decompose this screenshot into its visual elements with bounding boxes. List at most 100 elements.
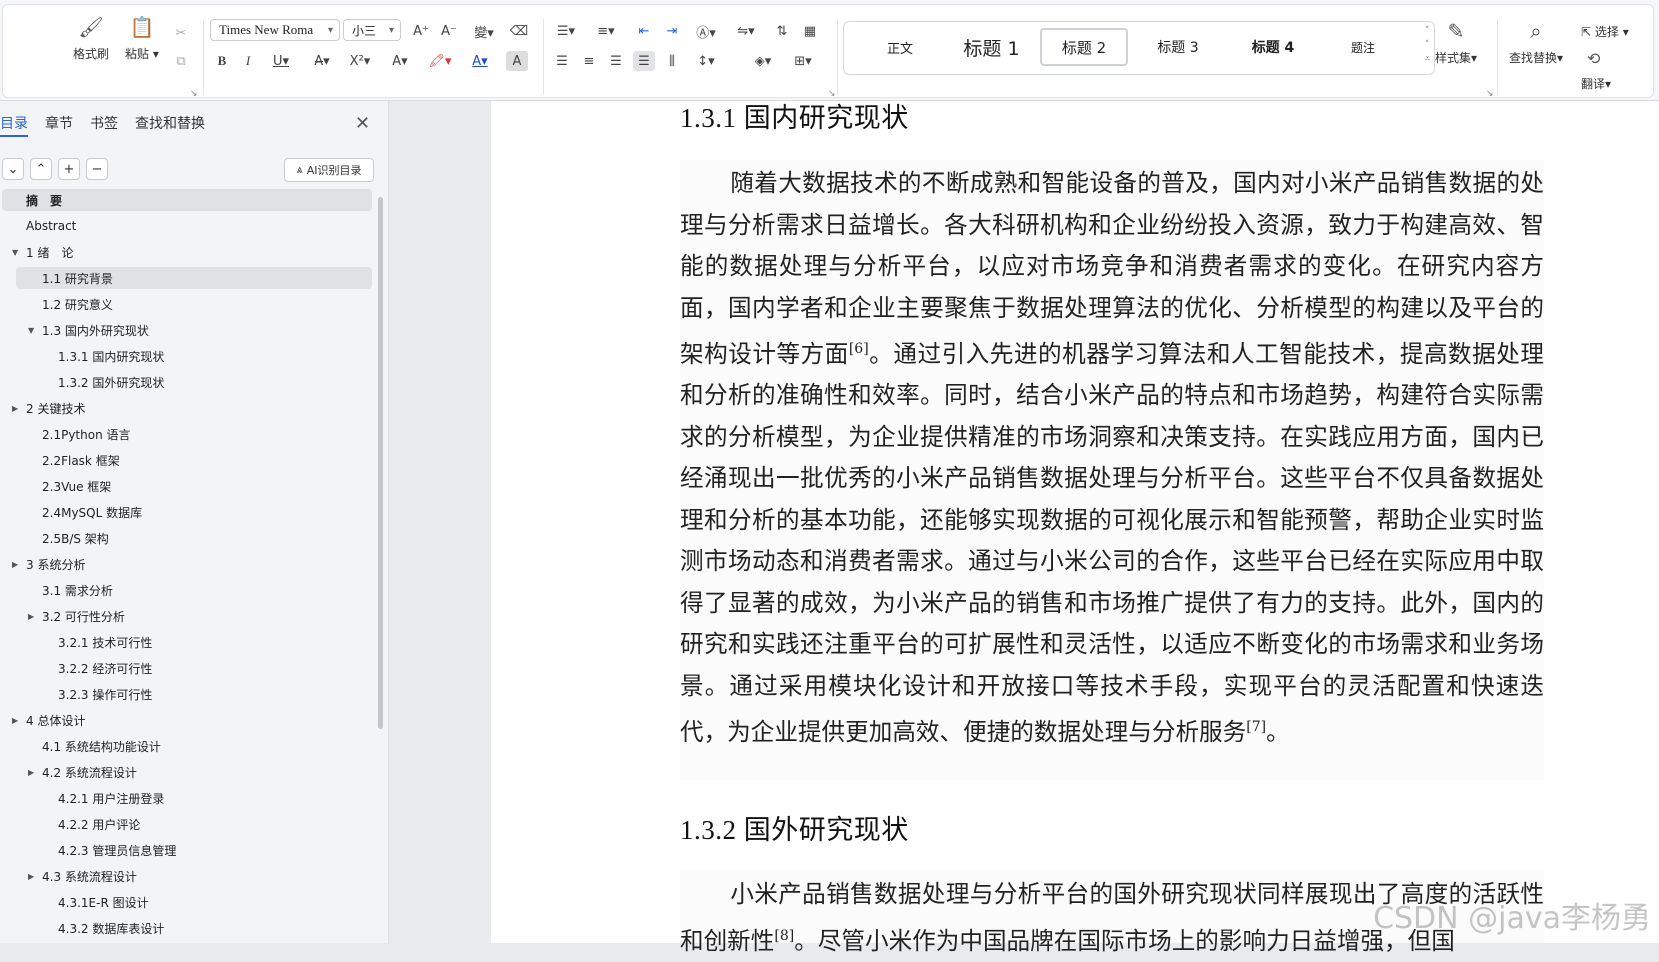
- increase-indent-icon[interactable]: ⇥: [661, 21, 683, 41]
- toc-item[interactable]: 3.1 需求分析: [16, 579, 372, 601]
- strikethrough-icon[interactable]: A̶▾: [307, 51, 337, 71]
- copy-icon[interactable]: ⧉: [170, 51, 192, 71]
- highlight-icon[interactable]: 🖍▾: [425, 51, 455, 71]
- align-left-icon[interactable]: ☰: [551, 51, 573, 71]
- underline-button[interactable]: U ▾: [266, 51, 296, 71]
- gallery-scroll-icon[interactable]: ˄ ˅ ⩡: [1425, 24, 1430, 66]
- translate-button[interactable]: 翻译▾: [1581, 75, 1611, 92]
- toc-item[interactable]: ▶ 4 总体设计: [2, 709, 372, 731]
- style-heading-2[interactable]: 标题 2: [1040, 28, 1128, 66]
- toc-item[interactable]: 4.2.2 用户评论: [16, 813, 372, 835]
- caret-down-icon[interactable]: ▼: [12, 248, 18, 257]
- toc-item[interactable]: 4.1 系统结构功能设计: [16, 735, 372, 757]
- toc-item[interactable]: ▶ 3.2 可行性分析: [16, 605, 372, 627]
- numbered-list-icon[interactable]: ≡▾: [591, 21, 621, 41]
- caret-right-icon[interactable]: ▶: [12, 404, 18, 413]
- clear-format-icon[interactable]: ⌫: [508, 21, 530, 41]
- toc-item[interactable]: ▶ 2 关键技术: [2, 397, 372, 419]
- bullet-list-icon[interactable]: ☰▾: [551, 21, 581, 41]
- toc-item[interactable]: 2.5B/S 架构: [16, 527, 372, 549]
- add-heading-icon[interactable]: +: [58, 158, 80, 180]
- grow-font-icon[interactable]: A⁺: [410, 21, 432, 41]
- caret-right-icon[interactable]: ▶: [28, 612, 34, 621]
- translate-icon[interactable]: ⟲: [1587, 49, 1600, 68]
- paste-button[interactable]: 📋 粘贴 ▾: [125, 15, 159, 62]
- caret-right-icon[interactable]: ▶: [12, 560, 18, 569]
- phonetic-guide-icon[interactable]: 變▾: [469, 21, 499, 41]
- border-icon[interactable]: ⊞▾: [788, 51, 818, 71]
- shading-icon[interactable]: ◈▾: [748, 51, 778, 71]
- toc-item[interactable]: 3.2.2 经济可行性: [16, 657, 372, 679]
- align-center-icon[interactable]: ≡: [578, 51, 600, 71]
- ai-recognize-toc-button[interactable]: ⩓ AI识别目录: [284, 158, 374, 182]
- table-icon[interactable]: ▦: [799, 21, 821, 41]
- toc-item[interactable]: 1.3.1 国内研究现状: [16, 345, 372, 367]
- toc-item[interactable]: ▼ 1.3 国内外研究现状: [16, 319, 372, 341]
- scrollbar[interactable]: [378, 197, 383, 729]
- select-button[interactable]: ⇱ 选择 ▾: [1581, 23, 1629, 40]
- paragraph-domestic[interactable]: 随着大数据技术的不断成熟和智能设备的普及，国内对小米产品销售数据的处理与分析需求…: [680, 163, 1544, 754]
- find-replace-button[interactable]: ⌕ 查找替换▾: [1509, 19, 1563, 66]
- italic-button[interactable]: I: [237, 51, 259, 71]
- toc-item[interactable]: ▶ 4.3 系统流程设计: [16, 865, 372, 887]
- styles-launcher-icon[interactable]: ↘: [1486, 89, 1494, 99]
- toc-item[interactable]: 3.2.3 操作可行性: [16, 683, 372, 705]
- toc-item[interactable]: 2.1Python 语言: [16, 423, 372, 445]
- style-normal[interactable]: 正文: [864, 28, 936, 66]
- toc-item[interactable]: 2.3Vue 框架: [16, 475, 372, 497]
- toc-item[interactable]: 1.3.2 国外研究现状: [16, 371, 372, 393]
- remove-heading-icon[interactable]: −: [86, 158, 108, 180]
- caret-right-icon[interactable]: ▶: [28, 872, 34, 881]
- superscript-icon[interactable]: X²▾: [345, 51, 375, 71]
- bold-button[interactable]: B: [211, 51, 233, 71]
- toc-item[interactable]: ▼ 1 绪 论: [2, 241, 372, 263]
- text-direction-icon[interactable]: Ⓐ▾: [691, 21, 721, 41]
- toc-item[interactable]: 1.1 研究背景: [16, 267, 372, 289]
- distribute-icon[interactable]: ⫼: [661, 51, 683, 71]
- sort-icon[interactable]: ⇅: [771, 21, 793, 41]
- toc-item[interactable]: 4.3.2 数据库表设计: [16, 917, 372, 939]
- toc-item[interactable]: 4.2.1 用户注册登录: [16, 787, 372, 809]
- font-name-select[interactable]: Times New Roma ▾: [210, 19, 340, 41]
- font-size-select[interactable]: 小三 ▾: [343, 19, 401, 41]
- style-heading-3[interactable]: 标题 3: [1134, 28, 1222, 66]
- justify-icon[interactable]: ☰: [633, 51, 655, 71]
- clipboard-launcher-icon[interactable]: ↘: [190, 89, 198, 99]
- toc-item[interactable]: Abstract: [2, 215, 372, 237]
- format-painter-button[interactable]: 🖌 格式刷: [73, 15, 109, 62]
- style-caption[interactable]: 题注: [1324, 28, 1402, 66]
- char-shading-icon[interactable]: A: [506, 51, 528, 71]
- tab-chapters[interactable]: 章节: [45, 113, 73, 137]
- caret-right-icon[interactable]: ▶: [12, 716, 18, 725]
- shrink-font-icon[interactable]: A⁻: [438, 21, 460, 41]
- toc-item[interactable]: 1.2 研究意义: [16, 293, 372, 315]
- line-spacing-icon[interactable]: ↕▾: [691, 51, 721, 71]
- toc-item[interactable]: 2.4MySQL 数据库: [16, 501, 372, 523]
- align-right-icon[interactable]: ☰: [605, 51, 627, 71]
- text-effect-icon[interactable]: A▾: [385, 51, 415, 71]
- style-gallery: 正文 标题 1 标题 2 标题 3 标题 4 题注 ˄ ˅ ⩡: [843, 21, 1435, 75]
- decrease-indent-icon[interactable]: ⇤: [633, 21, 655, 41]
- collapse-up-icon[interactable]: ⌃: [30, 158, 52, 180]
- close-icon[interactable]: ✕: [355, 113, 370, 134]
- tab-bookmarks[interactable]: 书签: [90, 113, 118, 137]
- toc-item-label: 1.3.1 国内研究现状: [58, 349, 165, 364]
- caret-down-icon[interactable]: ▼: [28, 326, 34, 335]
- line-swap-icon[interactable]: ⇋▾: [731, 21, 761, 41]
- toc-item[interactable]: 4.3.1E-R 图设计: [16, 891, 372, 913]
- toc-item[interactable]: 3.2.1 技术可行性: [16, 631, 372, 653]
- toc-item[interactable]: ▶ 3 系统分析: [2, 553, 372, 575]
- tab-find-replace[interactable]: 查找和替换: [135, 113, 205, 137]
- style-set-button[interactable]: ✎ 样式集▾: [1435, 19, 1477, 66]
- toc-item[interactable]: ▶ 4.2 系统流程设计: [16, 761, 372, 783]
- font-color-icon[interactable]: A▾: [465, 51, 495, 71]
- caret-right-icon[interactable]: ▶: [28, 768, 34, 777]
- tab-toc[interactable]: 目录: [0, 113, 28, 137]
- toc-item[interactable]: 摘 要: [2, 189, 372, 211]
- toc-item[interactable]: 2.2Flask 框架: [16, 449, 372, 471]
- style-heading-1[interactable]: 标题 1: [949, 28, 1034, 66]
- cut-icon[interactable]: ✂: [170, 23, 192, 43]
- style-heading-4[interactable]: 标题 4: [1229, 28, 1317, 66]
- toc-item[interactable]: 4.2.3 管理员信息管理: [16, 839, 372, 861]
- collapse-down-icon[interactable]: ⌄: [2, 158, 24, 180]
